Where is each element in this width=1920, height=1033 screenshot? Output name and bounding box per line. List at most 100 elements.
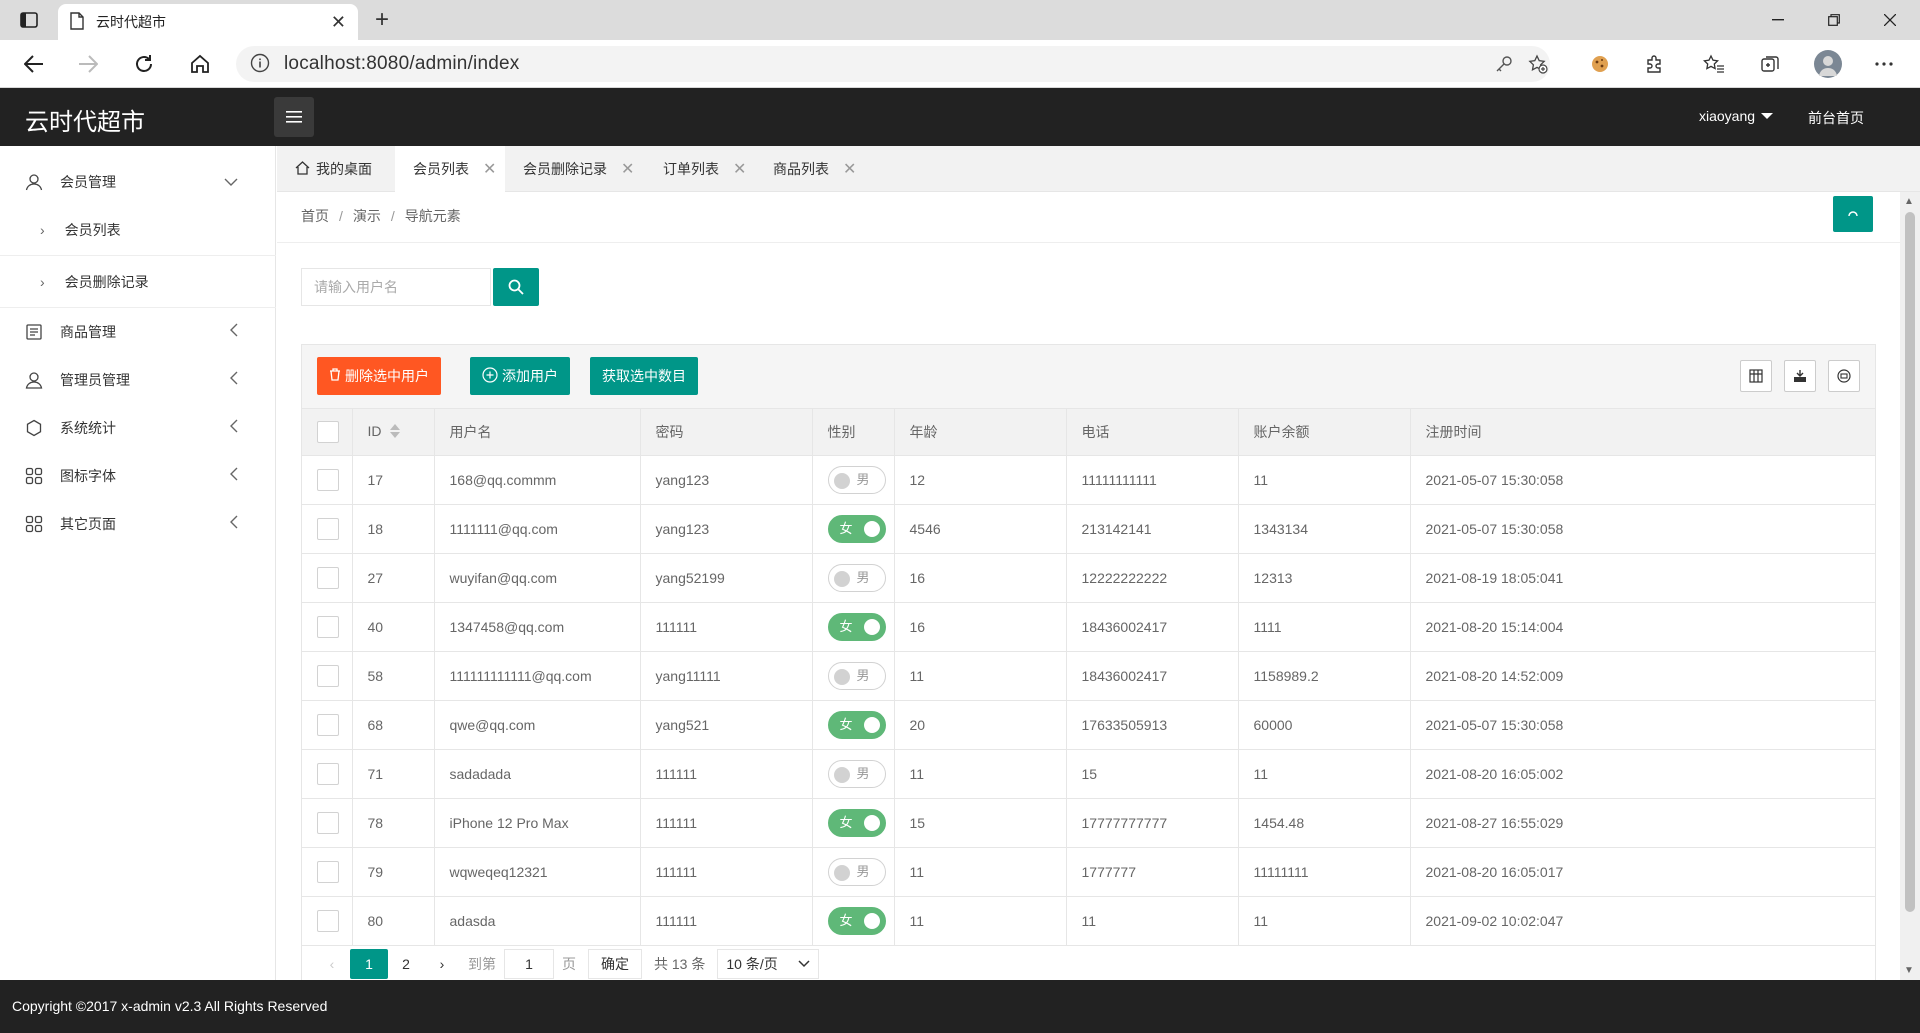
delete-selected-button[interactable]: 删除选中用户	[317, 357, 441, 395]
close-icon[interactable]: ✕	[483, 159, 496, 179]
cell-balance: 11	[1238, 455, 1411, 505]
column-header-id[interactable]: ID	[352, 409, 435, 456]
back-icon[interactable]	[18, 48, 50, 80]
gender-switch[interactable]: 女	[827, 514, 886, 543]
close-icon[interactable]: ✕	[621, 159, 634, 179]
browser-tab[interactable]: 云时代超市 ✕	[58, 4, 358, 40]
home-icon[interactable]	[184, 48, 216, 80]
gender-switch[interactable]: 女	[827, 808, 886, 837]
sort-icon[interactable]	[389, 423, 400, 441]
close-tab-icon[interactable]: ✕	[331, 12, 346, 33]
cell-age: 11	[894, 896, 1067, 946]
columns-filter-icon[interactable]	[1740, 360, 1772, 392]
page-1[interactable]: 1	[350, 949, 388, 979]
key-icon[interactable]	[1494, 54, 1514, 74]
prev-page-icon[interactable]: ‹	[314, 949, 350, 979]
favorites-icon[interactable]	[1702, 52, 1726, 76]
extensions-icon[interactable]	[1642, 52, 1666, 76]
print-icon[interactable]	[1828, 360, 1860, 392]
breadcrumb-home[interactable]: 首页	[301, 208, 329, 224]
gender-switch[interactable]: 女	[827, 612, 886, 641]
tab-desktop[interactable]: 我的桌面	[277, 146, 395, 192]
reload-icon[interactable]	[128, 48, 160, 80]
search-button[interactable]	[493, 268, 539, 306]
content-scrollbar[interactable]: ▲ ▼	[1900, 192, 1920, 980]
goto-page-input[interactable]: 1	[504, 949, 554, 979]
breadcrumb-demo[interactable]: 演示	[353, 208, 381, 224]
sidebar-group-other-pages[interactable]: 其它页面	[0, 500, 276, 548]
export-icon[interactable]	[1784, 360, 1816, 392]
select-all-checkbox[interactable]	[317, 420, 339, 443]
menu-toggle-icon[interactable]	[274, 97, 314, 137]
sidebar-group-goods[interactable]: 商品管理	[0, 308, 276, 356]
sidebar-group-icon-fonts[interactable]: 图标字体	[0, 452, 276, 500]
row-checkbox[interactable]	[317, 615, 339, 638]
gender-switch[interactable]: 女	[827, 710, 886, 739]
tab-member-list[interactable]: 会员列表 ✕	[395, 146, 505, 192]
info-icon[interactable]	[250, 53, 270, 76]
row-checkbox[interactable]	[317, 860, 339, 883]
front-page-link[interactable]: 前台首页	[1808, 108, 1864, 128]
sidebar-group-stats[interactable]: 系统统计	[0, 404, 276, 452]
sidebar-item-member-list[interactable]: › 会员列表	[0, 204, 276, 256]
goto-confirm-button[interactable]: 确定	[588, 949, 642, 979]
row-checkbox[interactable]	[317, 713, 339, 736]
get-selected-count-button[interactable]: 获取选中数目	[590, 357, 698, 395]
tab-order-list[interactable]: 订单列表 ✕	[645, 146, 755, 192]
cell-gender: 女	[812, 504, 895, 554]
user-menu[interactable]: xiaoyang	[1699, 108, 1774, 124]
chevron-right-icon: ›	[40, 273, 45, 290]
tab-actions-icon[interactable]	[16, 8, 42, 32]
close-window-icon[interactable]	[1862, 0, 1918, 40]
row-checkbox[interactable]	[317, 909, 339, 932]
gender-switch[interactable]: 男	[827, 857, 886, 886]
gender-switch[interactable]: 男	[827, 465, 886, 494]
row-checkbox[interactable]	[317, 811, 339, 834]
row-checkbox[interactable]	[317, 517, 339, 540]
gender-switch[interactable]: 女	[827, 906, 886, 935]
tab-member-deleted[interactable]: 会员删除记录 ✕	[505, 146, 645, 192]
cookie-icon[interactable]	[1588, 52, 1612, 76]
tab-label: 会员删除记录	[523, 161, 607, 177]
scroll-down-icon[interactable]: ▼	[1904, 965, 1914, 976]
search-input[interactable]	[301, 268, 491, 306]
row-checkbox[interactable]	[317, 566, 339, 589]
sidebar-item-member-deleted[interactable]: › 会员删除记录	[0, 256, 276, 308]
add-circle-icon	[482, 366, 498, 386]
next-page-icon[interactable]: ›	[424, 949, 460, 979]
gender-switch[interactable]: 男	[827, 563, 886, 592]
row-checkbox[interactable]	[317, 468, 339, 491]
page-size-select[interactable]: 10 条/页	[717, 949, 820, 979]
forward-icon[interactable]	[72, 48, 104, 80]
maximize-icon[interactable]	[1806, 0, 1862, 40]
address-bar[interactable]: localhost:8080/admin/index	[236, 46, 1550, 82]
cell-age: 4546	[894, 504, 1067, 554]
add-user-button[interactable]: 添加用户	[470, 357, 570, 395]
minimize-icon[interactable]	[1750, 0, 1806, 40]
gender-switch[interactable]: 男	[827, 661, 886, 690]
tab-goods-list[interactable]: 商品列表 ✕	[755, 146, 865, 192]
app-header: 云时代超市 xiaoyang 前台首页	[0, 88, 1920, 146]
profile-avatar[interactable]	[1814, 50, 1842, 78]
refresh-button[interactable]	[1833, 196, 1873, 232]
cell-balance: 11111111	[1238, 847, 1411, 897]
breadcrumb: 首页 / 演示 / 导航元素	[301, 208, 461, 224]
new-tab-icon[interactable]: +	[368, 6, 396, 34]
more-icon[interactable]	[1872, 52, 1896, 76]
cell-register-time: 2021-08-20 16:05:002	[1410, 749, 1875, 799]
page-2[interactable]: 2	[388, 949, 424, 979]
row-checkbox[interactable]	[317, 762, 339, 785]
cell-username: 1347458@qq.com	[434, 602, 641, 652]
close-icon[interactable]: ✕	[733, 159, 746, 179]
sidebar: 会员管理 › 会员列表 › 会员删除记录 商品管理 管理员管理 系统统计 图标字…	[0, 146, 276, 980]
sidebar-group-members[interactable]: 会员管理	[0, 158, 276, 206]
sidebar-group-admins[interactable]: 管理员管理	[0, 356, 276, 404]
gender-switch[interactable]: 男	[827, 759, 886, 788]
scrollbar-thumb[interactable]	[1905, 212, 1915, 912]
app-logo[interactable]: 云时代超市	[25, 102, 145, 137]
close-icon[interactable]: ✕	[843, 159, 856, 179]
add-favorite-icon[interactable]	[1528, 54, 1548, 74]
scroll-up-icon[interactable]: ▲	[1904, 196, 1914, 207]
row-checkbox[interactable]	[317, 664, 339, 687]
collections-icon[interactable]	[1758, 52, 1782, 76]
